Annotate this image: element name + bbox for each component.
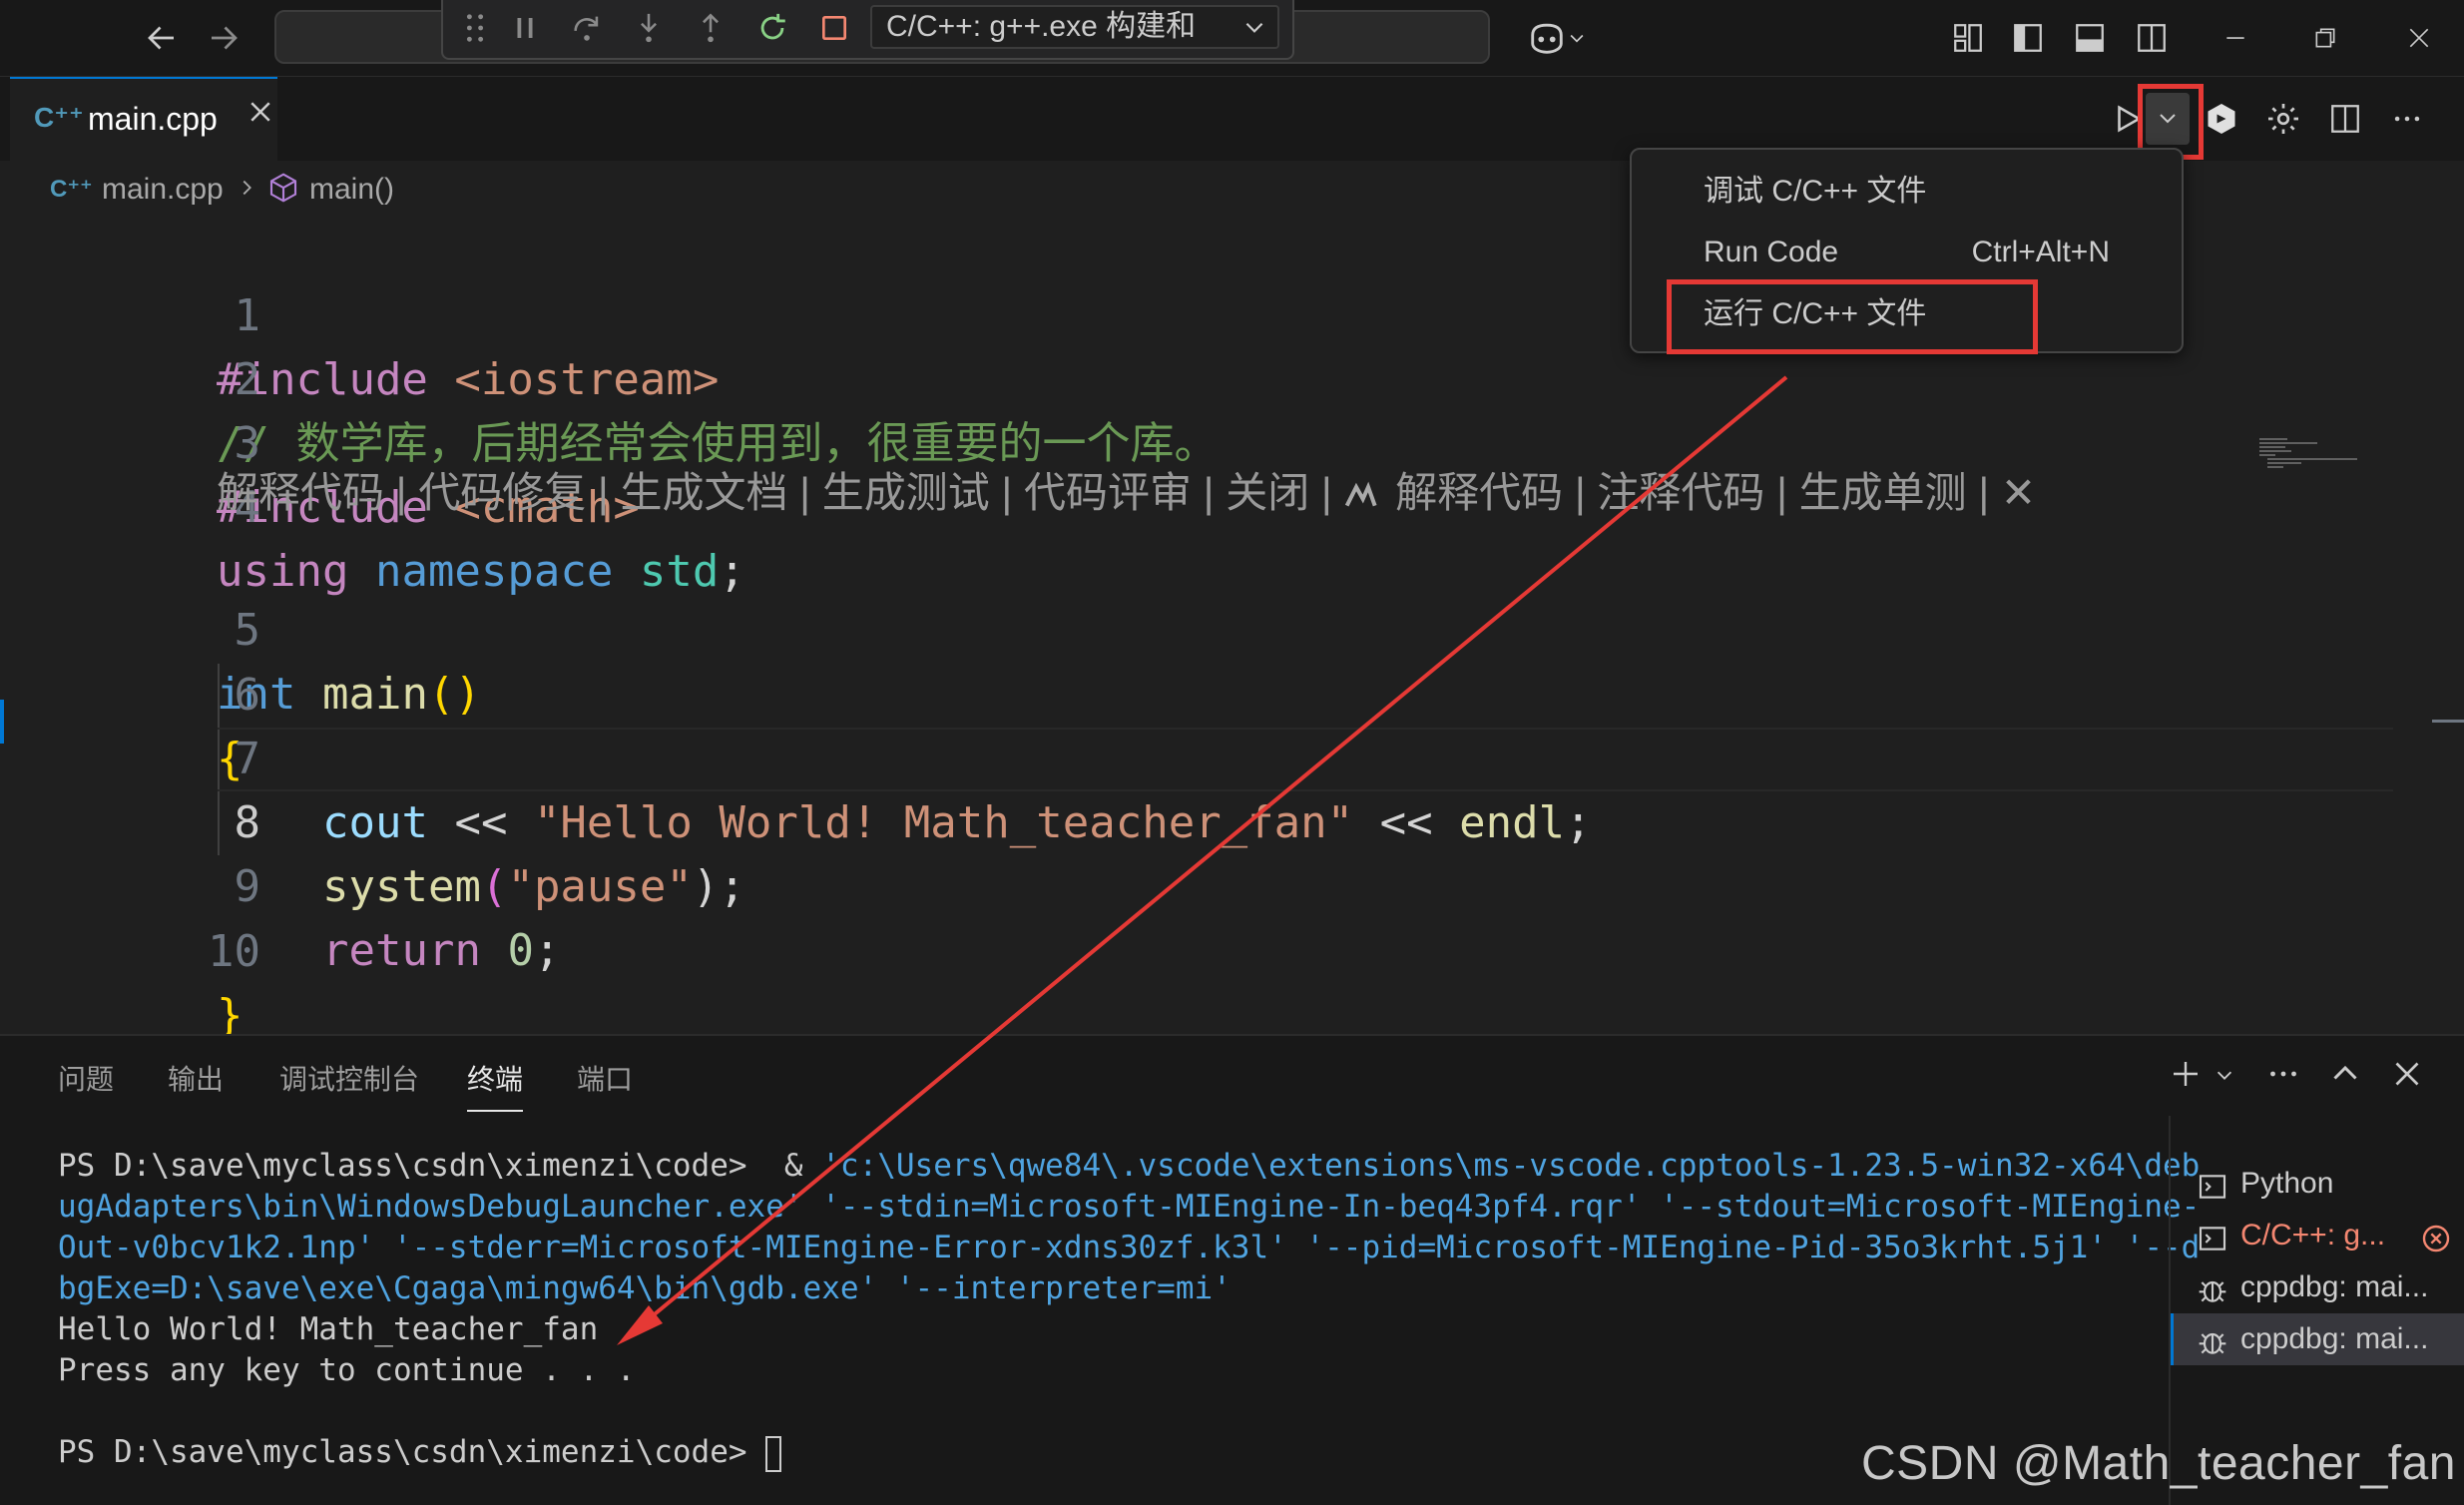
code-line: 5 int main() bbox=[0, 535, 2455, 720]
code-line: 8 system("pause"); bbox=[0, 728, 2455, 912]
tab-ports[interactable]: 端口 bbox=[577, 1058, 633, 1098]
chevron-up-icon[interactable] bbox=[2327, 1056, 2363, 1097]
terminal-line: Press any key to continue . . . bbox=[58, 1352, 636, 1388]
highlight-box-run-file bbox=[1667, 279, 2038, 354]
close-icon[interactable] bbox=[2389, 1056, 2425, 1097]
terminal-cursor bbox=[765, 1435, 782, 1472]
gear-icon[interactable] bbox=[2257, 93, 2309, 145]
more-icon[interactable] bbox=[2265, 1056, 2301, 1097]
terminal-prompt: PS D:\save\myclass\csdn\ximenzi\code> bbox=[58, 1434, 766, 1470]
arrow-right-icon[interactable] bbox=[200, 14, 247, 62]
extension-icon[interactable] bbox=[2196, 93, 2247, 145]
terminal-list-item[interactable]: Python bbox=[2171, 1158, 2464, 1210]
more-icon[interactable] bbox=[2381, 93, 2433, 145]
terminal-list-item[interactable]: C/C++: g... bbox=[2171, 1210, 2464, 1261]
codelens-text[interactable]: 解释代码 | 代码修复 | 生成文档 | 生成测试 | 代码评审 | 关闭 | bbox=[217, 469, 1344, 516]
restart-icon[interactable] bbox=[750, 6, 794, 50]
bottom-panel: 问题 输出 调试控制台 终端 端口 PS D:\save\myclass\csd… bbox=[0, 1034, 2464, 1505]
terminal-prompt: PS D:\save\myclass\csdn\ximenzi\code> & bbox=[58, 1148, 822, 1184]
terminal-line: ugAdapters\bin\WindowsDebugLauncher.exe'… bbox=[58, 1189, 2201, 1225]
line-number: 10 bbox=[207, 926, 260, 977]
code-line: 9 return 0; bbox=[0, 791, 2455, 976]
cpp-file-icon: C⁺⁺ bbox=[34, 102, 84, 133]
watermark: CSDN @Math_teacher_fan bbox=[1861, 1437, 2456, 1490]
tab-terminal[interactable]: 终端 bbox=[467, 1058, 524, 1112]
terminal-list-label: cppdbg: mai... bbox=[2240, 1322, 2429, 1355]
codelens-actions[interactable]: 解释代码 | 代码修复 | 生成文档 | 生成测试 | 代码评审 | 关闭 | … bbox=[217, 463, 2036, 526]
token: return bbox=[322, 925, 481, 976]
terminal-line: Hello World! Math_teacher_fan bbox=[58, 1311, 599, 1347]
token: 0 bbox=[507, 925, 534, 976]
scrollbar-marker bbox=[2432, 720, 2464, 723]
restore-icon[interactable] bbox=[2301, 14, 2349, 62]
toggle-panel-icon[interactable] bbox=[2066, 14, 2114, 62]
code-line: 6 { bbox=[0, 600, 2455, 784]
arrow-left-icon[interactable] bbox=[138, 14, 186, 62]
debug-icon bbox=[2197, 1271, 2228, 1313]
chevron-down-icon[interactable] bbox=[2214, 1064, 2235, 1091]
stop-icon[interactable] bbox=[812, 6, 856, 50]
terminal-command: 'c:\Users\qwe84\.vscode\extensions\ms-vs… bbox=[821, 1148, 2201, 1184]
token: ; bbox=[533, 925, 561, 976]
chevron-right-icon bbox=[236, 171, 257, 213]
menu-shortcut: Ctrl+Alt+N bbox=[1971, 236, 2110, 268]
terminal-list-label: cppdbg: mai... bbox=[2240, 1270, 2429, 1303]
step-into-icon[interactable] bbox=[627, 6, 671, 50]
terminal-icon bbox=[2197, 1168, 2228, 1210]
launch-config-label: C/C++: g++.exe 构建和 bbox=[886, 10, 1197, 43]
terminal-line: bgExe=D:\save\exe\Cgaga\mingw64\bin\gdb.… bbox=[58, 1270, 1232, 1306]
minimize-icon[interactable] bbox=[2212, 14, 2259, 62]
plus-icon[interactable] bbox=[2168, 1056, 2204, 1097]
split-editor-icon[interactable] bbox=[2319, 93, 2371, 145]
ai-logo-icon bbox=[1344, 466, 1384, 526]
step-over-icon[interactable] bbox=[565, 6, 609, 50]
cpp-file-icon: C⁺⁺ bbox=[50, 176, 93, 203]
error-circle-icon bbox=[2420, 1220, 2452, 1261]
tab-output[interactable]: 输出 bbox=[168, 1058, 224, 1098]
menu-item-debug-file[interactable]: 调试 C/C++ 文件 bbox=[1704, 166, 1926, 218]
tab-main-cpp[interactable]: C⁺⁺ main.cpp bbox=[10, 77, 277, 161]
debug-toolbar: C/C++: g++.exe 构建和 bbox=[441, 0, 1294, 60]
title-bar: C/C++: g++.exe 构建和 bbox=[0, 0, 2464, 77]
tab-label: main.cpp bbox=[88, 101, 218, 137]
terminal-line: PS D:\save\myclass\csdn\ximenzi\code> bbox=[58, 1432, 2134, 1473]
step-out-icon[interactable] bbox=[689, 6, 733, 50]
toggle-sidebar-icon[interactable] bbox=[2004, 14, 2052, 62]
close-icon[interactable] bbox=[246, 97, 275, 132]
codelens-text-2[interactable]: 解释代码 | 注释代码 | 生成单测 | bbox=[1384, 469, 2001, 516]
terminal-line: PS D:\save\myclass\csdn\ximenzi\code> & … bbox=[58, 1146, 2200, 1187]
terminal-list-label: Python bbox=[2240, 1167, 2334, 1200]
debug-icon bbox=[2197, 1323, 2228, 1365]
chevron-down-icon bbox=[1241, 7, 1267, 47]
tab-debug-console[interactable]: 调试控制台 bbox=[279, 1058, 419, 1098]
terminal-list-item[interactable]: cppdbg: mai... bbox=[2171, 1261, 2464, 1313]
code-line: 10 } bbox=[0, 856, 2455, 1041]
minimap[interactable] bbox=[2257, 435, 2377, 475]
toggle-secondary-sidebar-icon[interactable] bbox=[2128, 14, 2176, 62]
close-icon[interactable] bbox=[2395, 14, 2443, 62]
customize-layout-icon[interactable] bbox=[1944, 14, 1992, 62]
grip-icon[interactable] bbox=[453, 6, 497, 50]
cube-icon bbox=[267, 171, 299, 213]
terminal-list-label: C/C++: g... bbox=[2240, 1219, 2386, 1252]
breadcrumb-file[interactable]: main.cpp bbox=[102, 173, 224, 207]
tab-problems[interactable]: 问题 bbox=[58, 1058, 114, 1098]
breadcrumb-symbol[interactable]: main() bbox=[309, 173, 394, 207]
terminal-output[interactable]: PS D:\save\myclass\csdn\ximenzi\code> & … bbox=[58, 1146, 2201, 1473]
code-line: 3 #include <cmath> bbox=[0, 348, 2455, 533]
code-line: 7 cout << "Hello World! Math_teacher_fan… bbox=[0, 664, 2455, 848]
codelens-close-icon[interactable]: ✕ bbox=[2001, 469, 2036, 516]
terminal-line: Out-v0bcv1k2.1np' '--stderr=Microsoft-MI… bbox=[58, 1230, 2201, 1265]
copilot-icon[interactable] bbox=[1517, 14, 1597, 62]
menu-item-run-code[interactable]: Run Code bbox=[1704, 227, 1838, 278]
terminal-icon bbox=[2197, 1220, 2228, 1261]
pause-icon[interactable] bbox=[503, 6, 547, 50]
terminal-list-item[interactable]: cppdbg: mai... bbox=[2171, 1313, 2464, 1365]
launch-config-select[interactable]: C/C++: g++.exe 构建和 bbox=[870, 5, 1279, 49]
